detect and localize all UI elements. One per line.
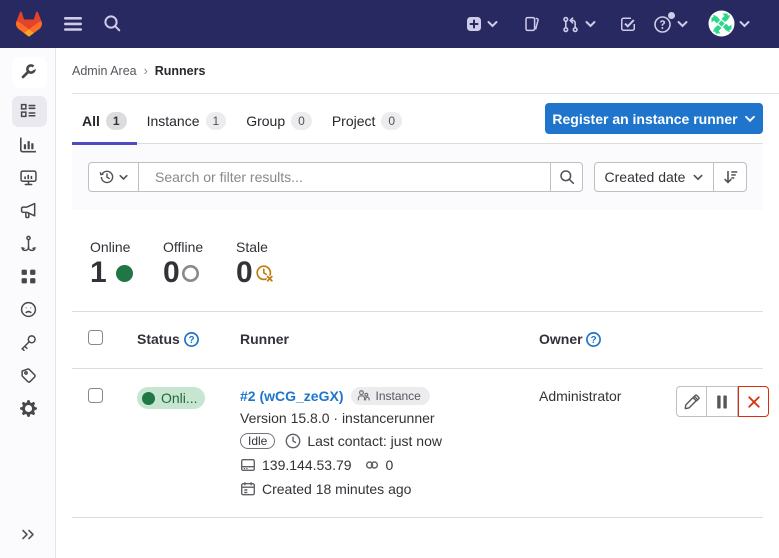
svg-text:?: ? bbox=[591, 335, 597, 346]
svg-text:?: ? bbox=[188, 335, 194, 346]
